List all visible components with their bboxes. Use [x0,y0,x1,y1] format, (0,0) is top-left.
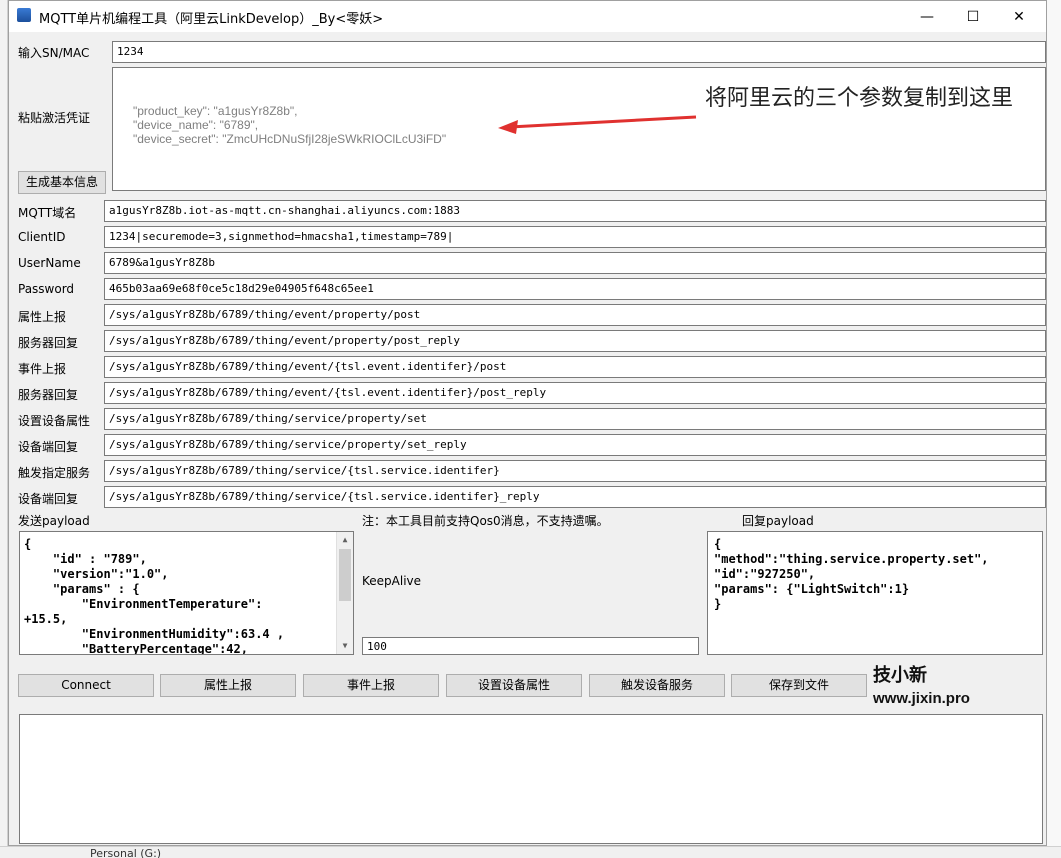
scroll-down-arrow-icon[interactable]: ▼ [337,638,353,654]
property-set-topic-input[interactable]: /sys/a1gusYr8Z8b/6789/thing/service/prop… [104,408,1046,430]
send-payload-line: "id" : "789", [24,552,147,566]
mqtt-domain-input[interactable]: a1gusYr8Z8b.iot-as-mqtt.cn-shanghai.aliy… [104,200,1046,222]
reply-payload-line: { [714,537,722,551]
credentials-line-device-secret: "device_secret": "ZmcUHcDNuSfjI28jeSWkRI… [133,132,447,146]
event-report-button[interactable]: 事件上报 [303,674,439,697]
send-payload-line: +15.5, [24,612,68,626]
sn-input[interactable]: 1234 [112,41,1046,63]
event-post-topic-input[interactable]: /sys/a1gusYr8Z8b/6789/thing/event/{tsl.e… [104,356,1046,378]
scroll-up-arrow-icon[interactable]: ▲ [337,532,353,548]
event-post-reply-topic-input[interactable]: /sys/a1gusYr8Z8b/6789/thing/event/{tsl.e… [104,382,1046,404]
property-post-reply-topic-input[interactable]: /sys/a1gusYr8Z8b/6789/thing/event/proper… [104,330,1046,352]
field-label-event-post-reply: 服务器回复 [18,388,79,402]
reply-payload-label: 回复payload [742,514,814,528]
window-title: MQTT单片机编程工具（阿里云LinkDevelop）_By<零妖> [39,12,384,27]
credentials-line-device-name: "device_name": "6789", [133,118,259,132]
credentials-line-product-key: "product_key": "a1gusYr8Z8b", [133,104,298,118]
reply-payload-line: "method":"thing.service.property.set", [714,552,989,566]
send-payload-textarea[interactable]: { "id" : "789", "version":"1.0", "params… [19,531,354,655]
field-label-property-post-reply: 服务器回复 [18,336,79,350]
keepalive-label: KeepAlive [362,574,422,588]
save-to-file-button[interactable]: 保存到文件 [731,674,867,697]
credentials-label: 粘贴激活凭证 [18,111,91,125]
send-payload-line: { [24,537,32,551]
field-label-client-id: ClientID [18,230,66,244]
property-post-topic-input[interactable]: /sys/a1gusYr8Z8b/6789/thing/event/proper… [104,304,1046,326]
scroll-thumb[interactable] [339,549,351,601]
close-button[interactable]: ✕ [996,1,1042,32]
field-label-property-set: 设置设备属性 [18,414,91,428]
send-payload-line: "EnvironmentTemperature": [24,597,263,611]
set-device-property-button[interactable]: 设置设备属性 [446,674,582,697]
main-window: MQTT单片机编程工具（阿里云LinkDevelop）_By<零妖> — ☐ ✕… [8,0,1047,846]
client-id-input[interactable]: 1234|securemode=3,signmethod=hmacsha1,ti… [104,226,1046,248]
reply-payload-line: "id":"927250", [714,567,816,581]
field-label-service-reply: 设备端回复 [18,492,79,506]
generate-info-button[interactable]: 生成基本信息 [18,171,106,194]
title-bar: MQTT单片机编程工具（阿里云LinkDevelop）_By<零妖> — ☐ ✕ [9,1,1046,32]
send-payload-line: "params" : { [24,582,140,596]
field-label-mqtt-domain: MQTT域名 [18,206,77,220]
service-reply-topic-input[interactable]: /sys/a1gusYr8Z8b/6789/thing/service/{tsl… [104,486,1046,508]
field-label-username: UserName [18,256,81,270]
sn-label: 输入SN/MAC [18,46,90,60]
arrow-shaft [509,115,697,129]
credentials-textarea[interactable]: "product_key": "a1gusYr8Z8b", "device_na… [112,67,1046,191]
background-window-edge-left [0,0,8,858]
send-payload-line: "version":"1.0", [24,567,169,581]
background-drive-label: Personal (G:) [90,847,162,858]
brand-name: 技小新 [873,665,927,686]
send-payload-scrollbar[interactable]: ▲ ▼ [336,532,353,654]
service-invoke-topic-input[interactable]: /sys/a1gusYr8Z8b/6789/thing/service/{tsl… [104,460,1046,482]
red-arrow-icon [498,115,697,134]
field-label-password: Password [18,282,75,296]
background-window-edge-right [1047,0,1061,858]
note-text: 注：本工具目前支持Qos0消息，不支持遗嘱。 [362,514,609,528]
output-log-textarea[interactable] [19,714,1043,844]
brand-url: www.jixin.pro [873,690,970,707]
background-taskbar-strip: Personal (G:) [0,846,1061,858]
property-report-button[interactable]: 属性上报 [160,674,296,697]
minimize-button[interactable]: — [904,1,950,32]
field-label-service-invoke: 触发指定服务 [18,466,91,480]
annotation-text: 将阿里云的三个参数复制到这里 [705,86,1014,111]
reply-payload-line: "params": {"LightSwitch":1} [714,582,910,596]
reply-payload-line: } [714,597,722,611]
password-input[interactable]: 465b03aa69e68f0ce5c18d29e04905f648c65ee1 [104,278,1046,300]
field-label-property-set-reply: 设备端回复 [18,440,79,454]
field-label-event-post: 事件上报 [18,362,67,376]
connect-button[interactable]: Connect [18,674,154,697]
maximize-button[interactable]: ☐ [950,1,996,32]
send-payload-label: 发送payload [18,514,90,528]
field-label-property-post: 属性上报 [18,310,67,324]
app-icon [17,8,31,22]
send-payload-line: "EnvironmentHumidity":63.4 , [24,627,285,641]
send-payload-line: "BatteryPercentage":42, [24,642,248,655]
property-set-reply-topic-input[interactable]: /sys/a1gusYr8Z8b/6789/thing/service/prop… [104,434,1046,456]
reply-payload-textarea[interactable]: { "method":"thing.service.property.set",… [707,531,1043,655]
trigger-device-service-button[interactable]: 触发设备服务 [589,674,725,697]
keepalive-input[interactable]: 100 [362,637,699,655]
username-input[interactable]: 6789&a1gusYr8Z8b [104,252,1046,274]
